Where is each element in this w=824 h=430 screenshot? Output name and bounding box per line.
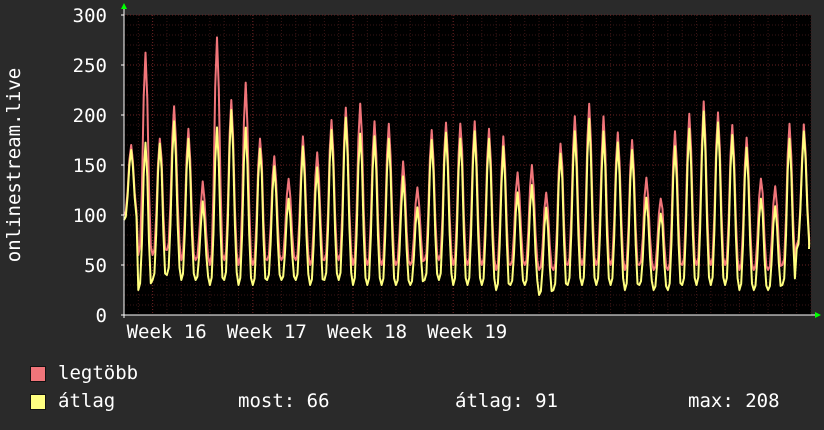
y-tick-label: 150 [73, 155, 107, 177]
legend: legtöbb átlag most: 66 átlag: 91 max: 20… [0, 360, 824, 430]
stat-maximum: max: 208 [688, 390, 780, 412]
x-axis-arrow [815, 312, 821, 318]
y-tick-label: 50 [84, 255, 107, 277]
x-tick-label: Week 18 [327, 321, 407, 343]
y-axis-label: onlinestream.live [3, 68, 25, 262]
legend-swatch-avg [30, 394, 46, 410]
stat-average: átlag: 91 [455, 390, 558, 412]
y-tick-label: 200 [73, 105, 107, 127]
y-tick-label: 300 [73, 5, 107, 27]
legend-label-avg: átlag [58, 390, 116, 412]
x-tick-labels: Week 16 Week 17 Week 18 Week 19 [127, 321, 508, 343]
y-tick-labels: 0 50 100 150 200 250 300 [73, 5, 107, 327]
x-tick-label: Week 16 [127, 321, 207, 343]
x-tick-label: Week 17 [227, 321, 307, 343]
traffic-line-chart: 0 50 100 150 200 250 300 Week 16 Week 17 Week 18… [3, 3, 821, 343]
y-tick-label: 100 [73, 205, 107, 227]
x-tick-label: Week 19 [427, 321, 507, 343]
legend-swatch-max [30, 366, 46, 382]
stat-current: most: 66 [238, 390, 330, 412]
y-tick-label: 250 [73, 55, 107, 77]
legend-label-max: legtöbb [58, 362, 139, 384]
y-tick-label: 0 [96, 305, 107, 327]
y-axis-arrow [121, 3, 127, 9]
